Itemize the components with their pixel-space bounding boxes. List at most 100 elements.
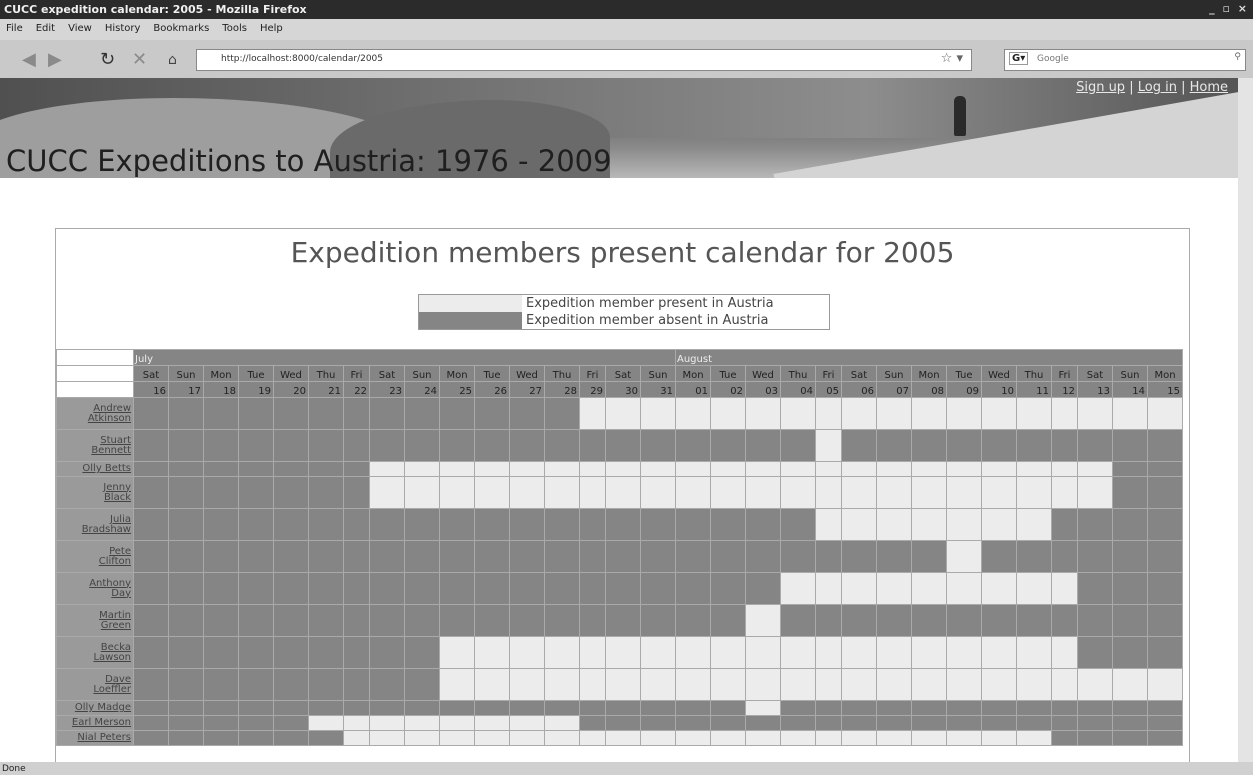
- absent-cell: [911, 429, 947, 462]
- absent-cell: [168, 572, 204, 605]
- member-name[interactable]: Andrew Atkinson: [56, 397, 134, 430]
- member-name-part[interactable]: Olly Madge: [58, 703, 131, 713]
- day-number: 31: [640, 381, 676, 398]
- member-name-part[interactable]: Black: [58, 492, 131, 503]
- absent-cell: [343, 604, 370, 637]
- absent-cell: [369, 429, 405, 462]
- menu-item-help[interactable]: Help: [254, 19, 290, 34]
- absent-cell: [946, 700, 982, 716]
- weekday-label: Mon: [203, 365, 239, 382]
- absent-cell: [544, 429, 580, 462]
- window-controls[interactable]: _ ▫ ×: [1209, 2, 1249, 15]
- reload-icon[interactable]: ↻: [100, 49, 115, 70]
- member-name[interactable]: Earl Merson: [56, 715, 134, 731]
- member-name-part[interactable]: Bradshaw: [58, 524, 131, 535]
- absent-cell: [369, 636, 405, 669]
- member-name[interactable]: Nial Peters: [56, 730, 134, 746]
- member-name[interactable]: Olly Betts: [56, 461, 134, 477]
- member-name-part[interactable]: Andrew: [58, 403, 131, 414]
- member-name-part[interactable]: Lawson: [58, 652, 131, 663]
- present-cell: [780, 730, 816, 746]
- absent-cell: [780, 508, 816, 541]
- menu-item-bookmarks[interactable]: Bookmarks: [147, 19, 216, 34]
- google-icon[interactable]: G▾: [1009, 52, 1029, 65]
- present-cell: [841, 636, 877, 669]
- weekday-label: Fri: [343, 365, 370, 382]
- member-name[interactable]: Olly Madge: [56, 700, 134, 716]
- member-name-part[interactable]: Julia: [58, 514, 131, 525]
- back-icon[interactable]: ◀: [22, 49, 36, 70]
- legend-absent: Expedition member absent in Austria: [419, 312, 829, 329]
- absent-cell: [273, 508, 309, 541]
- absent-cell: [1077, 730, 1113, 746]
- member-name-part[interactable]: Pete: [58, 546, 131, 557]
- absent-cell: [308, 636, 344, 669]
- absent-cell: [343, 540, 370, 573]
- member-name-part[interactable]: Clifton: [58, 556, 131, 567]
- absent-cell: [911, 540, 947, 573]
- absent-cell: [815, 700, 842, 716]
- member-name[interactable]: Dave Loeffler: [56, 668, 134, 701]
- absent-cell: [404, 572, 440, 605]
- absent-cell: [203, 397, 239, 430]
- member-name-part[interactable]: Becka: [58, 642, 131, 653]
- present-cell: [780, 572, 816, 605]
- member-name-part[interactable]: Bennett: [58, 445, 131, 456]
- status-text: Done: [2, 764, 26, 774]
- present-cell: [474, 461, 510, 477]
- forward-icon[interactable]: ▶: [48, 49, 62, 70]
- member-name-part[interactable]: Day: [58, 588, 131, 599]
- menu-item-file[interactable]: File: [0, 19, 30, 34]
- member-name[interactable]: Anthony Day: [56, 572, 134, 605]
- member-name-part[interactable]: Green: [58, 620, 131, 631]
- member-name-part[interactable]: Olly Betts: [58, 464, 131, 474]
- absent-cell: [133, 668, 169, 701]
- home-icon[interactable]: ⌂: [168, 52, 177, 68]
- absent-cell: [343, 572, 370, 605]
- member-name[interactable]: Stuart Bennett: [56, 429, 134, 462]
- vertical-scrollbar[interactable]: [1238, 78, 1253, 762]
- stop-icon[interactable]: ✕: [132, 49, 147, 70]
- member-name-part[interactable]: Jenny: [58, 482, 131, 493]
- member-name-part[interactable]: Dave: [58, 674, 131, 685]
- member-name[interactable]: Pete Clifton: [56, 540, 134, 573]
- absent-cell: [168, 715, 204, 731]
- member-name-part[interactable]: Anthony: [58, 578, 131, 589]
- member-name-part[interactable]: Atkinson: [58, 413, 131, 424]
- url-bar[interactable]: http://localhost:8000/calendar/2005 ☆ ▾: [196, 49, 972, 71]
- weekday-label: Sun: [1112, 365, 1148, 382]
- bookmark-star-icon[interactable]: ☆ ▾: [941, 51, 963, 66]
- menu-item-edit[interactable]: Edit: [30, 19, 62, 34]
- log-in-link[interactable]: Log in: [1138, 80, 1177, 95]
- member-name[interactable]: Martin Green: [56, 604, 134, 637]
- search-icon[interactable]: ⚲: [1234, 52, 1241, 62]
- menu-item-view[interactable]: View: [62, 19, 99, 34]
- absent-cell: [509, 572, 545, 605]
- absent-cell: [981, 429, 1017, 462]
- absent-cell: [981, 540, 1017, 573]
- site-banner: CUCC Expeditions to Austria: 1976 - 2009…: [0, 78, 1238, 178]
- menu-item-tools[interactable]: Tools: [216, 19, 254, 34]
- weekday-label: Tue: [710, 365, 746, 382]
- present-cell: [675, 461, 711, 477]
- member-name[interactable]: Julia Bradshaw: [56, 508, 134, 541]
- absent-cell: [369, 700, 405, 716]
- search-box[interactable]: G▾ Google ⚲: [1004, 49, 1246, 71]
- absent-cell: [1077, 700, 1113, 716]
- absent-cell: [474, 700, 510, 716]
- absent-cell: [605, 572, 641, 605]
- home-link[interactable]: Home: [1190, 80, 1228, 95]
- absent-cell: [640, 572, 676, 605]
- member-name-part[interactable]: Nial Peters: [58, 733, 131, 743]
- menu-item-history[interactable]: History: [99, 19, 148, 34]
- member-name[interactable]: Jenny Black: [56, 476, 134, 509]
- member-name-part[interactable]: Earl Merson: [58, 718, 131, 728]
- legend-present-label: Expedition member present in Austria: [526, 296, 774, 311]
- sign-up-link[interactable]: Sign up: [1076, 80, 1125, 95]
- member-name-part[interactable]: Martin: [58, 610, 131, 621]
- absent-cell: [1016, 604, 1052, 637]
- absent-cell: [404, 508, 440, 541]
- member-name[interactable]: Becka Lawson: [56, 636, 134, 669]
- member-name-part[interactable]: Loeffler: [58, 684, 131, 695]
- member-name-part[interactable]: Stuart: [58, 435, 131, 446]
